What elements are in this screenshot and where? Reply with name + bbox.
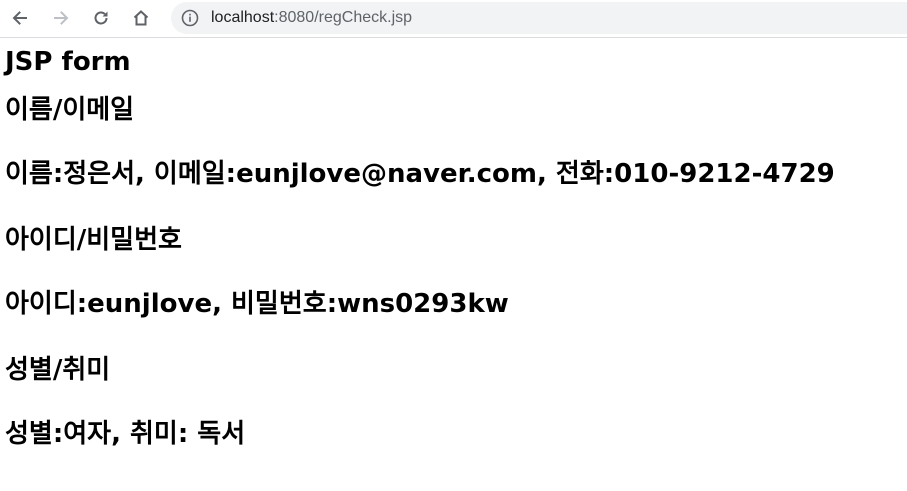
url-host: localhost	[211, 9, 275, 26]
address-bar[interactable]: localhost:8080/regCheck.jsp	[171, 2, 907, 34]
arrow-left-icon	[12, 11, 27, 25]
gender-hobby-line: 성별:여자, 취미: 독서	[5, 419, 246, 449]
home-button[interactable]	[127, 4, 155, 32]
browser-toolbar: localhost:8080/regCheck.jsp	[0, 0, 907, 38]
reload-button[interactable]	[87, 4, 115, 32]
url-text[interactable]: localhost:8080/regCheck.jsp	[211, 8, 412, 28]
reload-icon	[94, 11, 108, 25]
info-circle-icon[interactable]	[181, 9, 199, 27]
section-heading-gender-hobby: 성별/취미	[5, 355, 111, 385]
forward-button[interactable]	[47, 4, 75, 32]
page-title: JSP form	[5, 47, 131, 77]
name-email-phone-line: 이름:정은서, 이메일:eunjlove@naver.com, 전화:010-9…	[5, 159, 835, 189]
id-password-line: 아이디:eunjlove, 비밀번호:wns0293kw	[5, 289, 509, 319]
home-icon	[133, 10, 149, 26]
page-content: JSP form 이름/이메일 이름:정은서, 이메일:eunjlove@nav…	[5, 40, 905, 472]
section-heading-name-email: 이름/이메일	[5, 95, 135, 125]
arrow-right-icon	[54, 11, 69, 25]
back-button[interactable]	[6, 4, 34, 32]
section-heading-id-password: 아이디/비밀번호	[5, 225, 182, 255]
url-path: :8080/regCheck.jsp	[274, 9, 413, 26]
